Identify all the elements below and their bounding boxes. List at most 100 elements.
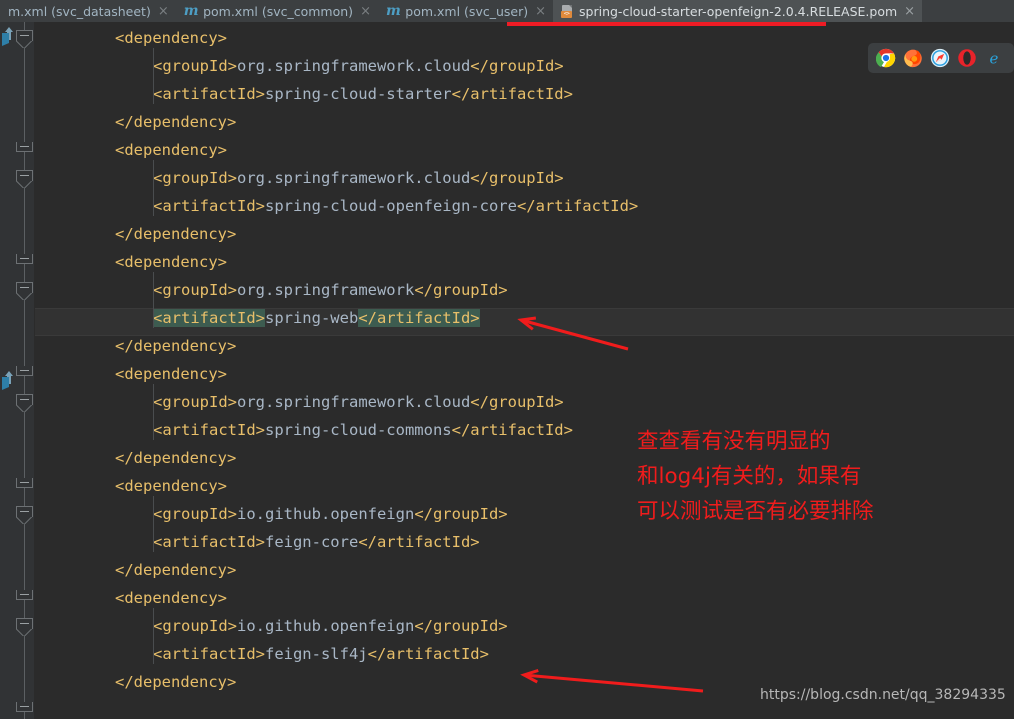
xml-tag: <artifactId>	[153, 421, 265, 439]
xml-tag: <dependency>	[115, 29, 227, 47]
xml-text-value: feign-core	[264, 533, 359, 551]
indent-guide	[153, 48, 154, 104]
xml-tag: </dependency>	[115, 449, 237, 467]
xml-tag: </groupId>	[414, 617, 508, 635]
editor-tab-2[interactable]: m pom.xml (svc_user) ×	[378, 0, 553, 22]
xml-file-icon: <>	[561, 4, 574, 18]
code-line-text: <groupId>org.springframework.cloud</grou…	[153, 388, 564, 416]
code-line-text: <groupId>org.springframework.cloud</grou…	[153, 52, 564, 80]
indent-guide	[153, 272, 154, 328]
tab-close-icon[interactable]: ×	[156, 5, 169, 18]
xml-text-value: org.springframework.cloud	[237, 57, 471, 75]
editor-tab-label: pom.xml (svc_user)	[405, 3, 529, 19]
xml-tag: <groupId>	[153, 57, 237, 75]
svg-text:e: e	[990, 49, 999, 67]
tab-close-icon[interactable]: ×	[902, 5, 915, 18]
xml-tag: <artifactId>	[153, 533, 265, 551]
code-line-text: <groupId>io.github.openfeign</groupId>	[153, 612, 508, 640]
xml-text-value: spring-cloud-openfeign-core	[264, 197, 517, 215]
xml-tag: <artifactId>	[153, 85, 265, 103]
indent-guide	[153, 384, 154, 440]
opera-icon[interactable]	[957, 48, 977, 68]
xml-tag: <groupId>	[153, 281, 237, 299]
xml-text-value: org.springframework.cloud	[237, 169, 471, 187]
xml-tag: <groupId>	[153, 505, 237, 523]
editor-tab-label: spring-cloud-starter-openfeign-2.0.4.REL…	[579, 3, 898, 19]
xml-tag: </artifactId>	[358, 309, 480, 327]
xml-text-value: feign-slf4j	[264, 645, 368, 663]
xml-tag: </artifactId>	[451, 421, 573, 439]
xml-text-value: spring-cloud-starter	[264, 85, 452, 103]
xml-tag: <dependency>	[115, 589, 227, 607]
xml-tag: <dependency>	[115, 253, 227, 271]
indent-guide	[153, 160, 154, 216]
code-line-text: <artifactId>spring-cloud-openfeign-core<…	[153, 192, 638, 220]
editor-tab-0[interactable]: m.xml (svc_datasheet) ×	[0, 0, 176, 22]
code-line-text: </dependency>	[115, 556, 236, 584]
editor-tab-label: m.xml (svc_datasheet)	[8, 3, 151, 19]
blog-watermark: https://blog.csdn.net/qq_38294335	[760, 687, 1006, 703]
indent-guide	[153, 608, 154, 664]
xml-tag: </groupId>	[470, 393, 564, 411]
xml-tag: </dependency>	[115, 673, 237, 691]
editor-tab-1[interactable]: m pom.xml (svc_common) ×	[176, 0, 378, 22]
active-tab-red-underline	[507, 22, 826, 26]
xml-text-value: io.github.openfeign	[237, 617, 415, 635]
code-line-text: <artifactId>spring-cloud-starter</artifa…	[153, 80, 573, 108]
xml-tag: <artifactId>	[153, 197, 265, 215]
xml-tag: <dependency>	[115, 141, 227, 159]
indent-guide	[153, 496, 154, 552]
code-line-text: <dependency>	[115, 136, 227, 164]
xml-tag: </groupId>	[470, 169, 564, 187]
xml-tag: </artifactId>	[367, 645, 489, 663]
tab-close-icon[interactable]: ×	[358, 5, 371, 18]
code-line-text: </dependency>	[115, 108, 236, 136]
xml-tag: <artifactId>	[153, 309, 265, 327]
code-line-text: <artifactId>feign-slf4j</artifactId>	[153, 640, 489, 668]
code-line-text: <groupId>org.springframework.cloud</grou…	[153, 164, 564, 192]
xml-tag: <groupId>	[153, 393, 237, 411]
code-line-text: </dependency>	[115, 668, 236, 696]
browser-launcher-toolbar[interactable]: e e	[868, 43, 1014, 73]
xml-tag: </groupId>	[470, 57, 564, 75]
code-line-text: <groupId>org.springframework</groupId>	[153, 276, 508, 304]
code-line-text: </dependency>	[115, 332, 236, 360]
xml-tag: </groupId>	[414, 505, 508, 523]
xml-tag: </dependency>	[115, 337, 237, 355]
xml-tag: </dependency>	[115, 113, 237, 131]
xml-tag: </artifactId>	[451, 85, 573, 103]
xml-tag: </artifactId>	[516, 197, 639, 215]
editor-tab-label: pom.xml (svc_common)	[203, 3, 354, 19]
code-line-text: <dependency>	[115, 472, 227, 500]
code-line-text: </dependency>	[115, 444, 236, 472]
code-editor[interactable]: <dependency> <groupId>org.springframework…	[0, 22, 1014, 719]
tab-close-icon[interactable]: ×	[533, 5, 546, 18]
firefox-icon[interactable]	[903, 48, 923, 68]
code-line-text: </dependency>	[115, 220, 236, 248]
xml-tag: </artifactId>	[358, 533, 480, 551]
code-line-text: <dependency>	[115, 584, 227, 612]
internet-explorer-icon[interactable]: e	[984, 48, 1004, 68]
xml-tag: <dependency>	[115, 477, 227, 495]
xml-tag: </dependency>	[115, 225, 237, 243]
code-line-text: <dependency>	[115, 24, 227, 52]
xml-tag: <artifactId>	[153, 645, 265, 663]
xml-text-value: org.springframework	[237, 281, 415, 299]
editor-tab-bar: m.xml (svc_datasheet) × m pom.xml (svc_comm…	[0, 0, 1014, 22]
xml-tag: </groupId>	[414, 281, 508, 299]
handwritten-note-text: 查查看有没有明显的 和log4j有关的，如果有 可以测试是否有必要排除	[637, 429, 874, 524]
code-line-text: <dependency>	[115, 248, 227, 276]
xml-text-value: io.github.openfeign	[237, 505, 415, 523]
editor-tab-3[interactable]: <> spring-cloud-starter-openfeign-2.0.4.R…	[553, 0, 923, 22]
code-line-text: <artifactId>feign-core</artifactId>	[153, 528, 480, 556]
xml-tag: <dependency>	[115, 365, 227, 383]
maven-pom-icon: m	[385, 3, 401, 19]
safari-icon[interactable]	[930, 48, 950, 68]
code-line-text: <artifactId>spring-cloud-commons</artifa…	[153, 416, 573, 444]
code-content[interactable]: <dependency> <groupId>org.springframework…	[0, 22, 1014, 719]
xml-text-value: spring-cloud-commons	[264, 421, 452, 439]
xml-tag: <groupId>	[153, 169, 237, 187]
code-line-text: <dependency>	[115, 360, 227, 388]
xml-text-value: org.springframework.cloud	[237, 393, 471, 411]
chrome-icon[interactable]	[876, 48, 896, 68]
